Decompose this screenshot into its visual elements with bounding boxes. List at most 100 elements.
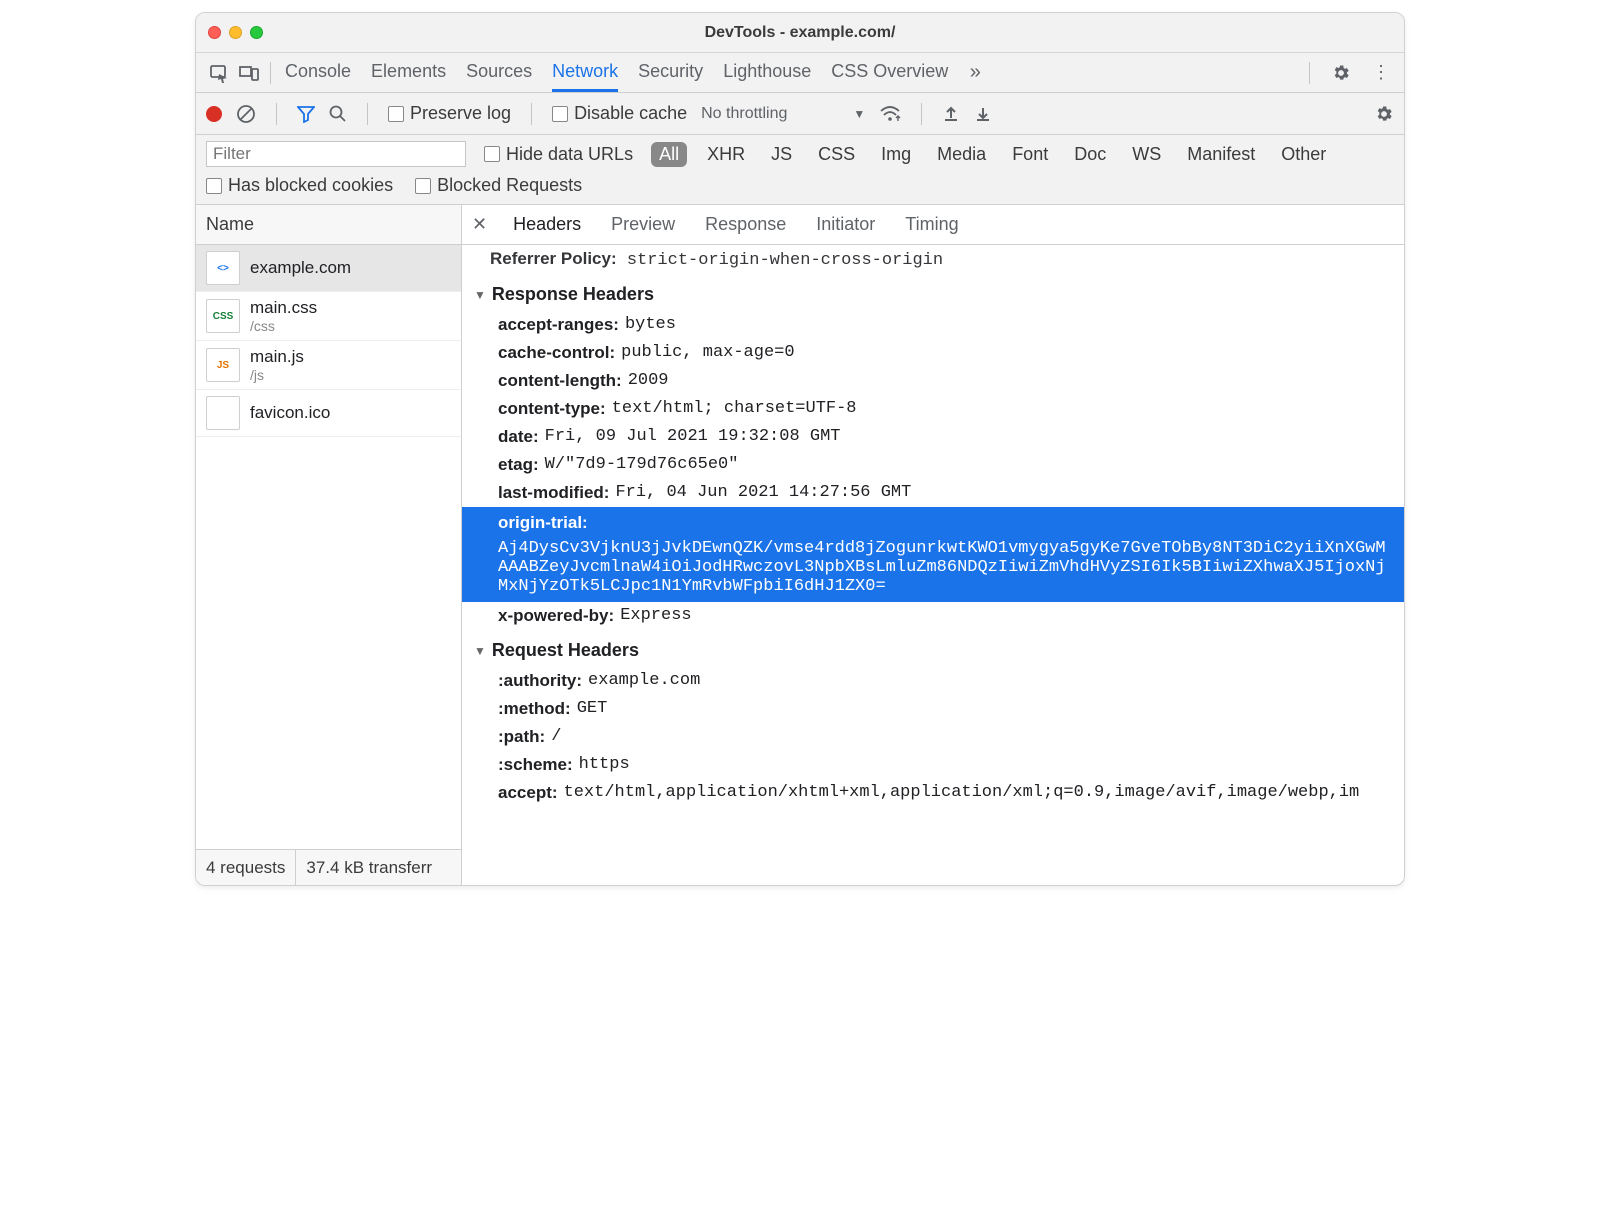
record-button[interactable] [206,106,222,122]
filter-type-xhr[interactable]: XHR [701,142,751,167]
device-toolbar-icon[interactable] [234,53,264,92]
file-type-icon [206,396,240,430]
header-key: last-modified: [498,483,609,503]
disable-cache-checkbox[interactable]: Disable cache [552,103,687,124]
request-path: /css [250,318,317,334]
disclosure-triangle-icon: ▼ [474,288,486,302]
section-title: Response Headers [492,284,654,305]
request-row[interactable]: JSmain.js/js [196,341,461,390]
header-row[interactable]: origin-trial: Aj4DysCv3VjknU3jJvkDEwnQZK… [462,507,1404,602]
filter-type-manifest[interactable]: Manifest [1181,142,1261,167]
settings-icon[interactable] [1326,63,1356,83]
upload-har-icon[interactable] [942,105,960,123]
request-row[interactable]: <>example.com [196,245,461,292]
filter-type-js[interactable]: JS [765,142,798,167]
filter-type-doc[interactable]: Doc [1068,142,1112,167]
headers-content[interactable]: Referrer Policy: strict-origin-when-cros… [462,245,1404,885]
network-main: Name <>example.comCSSmain.css/cssJSmain.… [196,205,1404,885]
header-row[interactable]: date: Fri, 09 Jul 2021 19:32:08 GMT [462,423,1404,451]
search-icon[interactable] [329,105,347,123]
header-key: x-powered-by: [498,606,614,626]
divider [270,62,271,84]
network-settings-icon[interactable] [1374,104,1394,124]
filter-type-ws[interactable]: WS [1126,142,1167,167]
caret-down-icon: ▼ [853,107,865,121]
header-row[interactable]: content-type: text/html; charset=UTF-8 [462,395,1404,423]
panel-tab-network[interactable]: Network [552,53,618,92]
blocked-requests-checkbox[interactable]: Blocked Requests [415,175,582,196]
request-list-panel: Name <>example.comCSSmain.css/cssJSmain.… [196,205,462,885]
detail-tab-headers[interactable]: Headers [513,214,581,235]
filter-type-media[interactable]: Media [931,142,992,167]
request-headers-section[interactable]: ▼ Request Headers [462,630,1404,667]
filter-type-img[interactable]: Img [875,142,917,167]
more-panels-icon[interactable]: » [960,53,990,92]
kebab-menu-icon[interactable]: ⋮ [1366,62,1396,83]
request-row[interactable]: favicon.ico [196,390,461,437]
header-row[interactable]: last-modified: Fri, 04 Jun 2021 14:27:56… [462,479,1404,507]
header-key: content-type: [498,399,606,419]
panel-tab-console[interactable]: Console [285,53,351,92]
hide-data-urls-checkbox[interactable]: Hide data URLs [484,144,633,165]
panel-tab-security[interactable]: Security [638,53,703,92]
header-row[interactable]: accept-ranges: bytes [462,311,1404,339]
panel-tab-css-overview[interactable]: CSS Overview [831,53,948,92]
file-type-icon: <> [206,251,240,285]
inspect-element-icon[interactable] [204,53,234,92]
divider [921,103,922,125]
header-key: :scheme: [498,755,573,775]
filter-type-font[interactable]: Font [1006,142,1054,167]
header-value: Express [620,606,691,626]
divider [367,103,368,125]
close-details-icon[interactable]: ✕ [472,214,487,235]
header-row[interactable]: accept: text/html,application/xhtml+xml,… [462,779,1404,807]
panel-tab-sources[interactable]: Sources [466,53,532,92]
detail-tab-timing[interactable]: Timing [905,214,958,235]
header-key: content-length: [498,371,622,391]
header-value: W/"7d9-179d76c65e0" [545,455,739,475]
panel-tab-lighthouse[interactable]: Lighthouse [723,53,811,92]
detail-tab-response[interactable]: Response [705,214,786,235]
header-row[interactable]: cache-control: public, max-age=0 [462,339,1404,367]
header-row[interactable]: :scheme: https [462,751,1404,779]
header-row[interactable]: :method: GET [462,695,1404,723]
network-conditions-icon[interactable] [879,105,901,123]
has-blocked-cookies-checkbox[interactable]: Has blocked cookies [206,175,393,196]
header-value: GET [577,699,608,719]
header-row[interactable]: x-powered-by: Express [462,602,1404,630]
detail-tab-preview[interactable]: Preview [611,214,675,235]
response-headers-section[interactable]: ▼ Response Headers [462,274,1404,311]
throttling-select[interactable]: No throttling ▼ [701,105,865,123]
filter-type-all[interactable]: All [651,142,687,167]
preserve-log-checkbox[interactable]: Preserve log [388,103,511,124]
filter-type-other[interactable]: Other [1275,142,1332,167]
download-har-icon[interactable] [974,105,992,123]
header-row[interactable]: :path: / [462,723,1404,751]
request-name: main.css [250,298,317,318]
header-value: Fri, 04 Jun 2021 14:27:56 GMT [615,483,911,503]
request-row[interactable]: CSSmain.css/css [196,292,461,341]
header-value: bytes [625,315,676,335]
titlebar: DevTools - example.com/ [196,13,1404,53]
filter-type-css[interactable]: CSS [812,142,861,167]
name-column-header[interactable]: Name [196,205,461,245]
header-key: :path: [498,727,545,747]
header-row[interactable]: content-length: 2009 [462,367,1404,395]
header-row[interactable]: etag: W/"7d9-179d76c65e0" [462,451,1404,479]
header-value: 2009 [628,371,669,391]
request-name: main.js [250,347,304,367]
panel-tab-elements[interactable]: Elements [371,53,446,92]
window-title: DevTools - example.com/ [196,24,1404,42]
filter-icon[interactable] [297,105,315,123]
panel-tabstrip: Console Elements Sources Network Security Lig… [196,53,1404,93]
request-list: <>example.comCSSmain.css/cssJSmain.js/js… [196,245,461,849]
header-row[interactable]: :authority: example.com [462,667,1404,695]
header-key: accept: [498,783,558,803]
detail-tab-initiator[interactable]: Initiator [816,214,875,235]
header-value: Fri, 09 Jul 2021 19:32:08 GMT [545,427,841,447]
clear-icon[interactable] [236,104,256,124]
request-details-panel: ✕ HeadersPreviewResponseInitiatorTiming … [462,205,1404,885]
filter-input[interactable] [206,141,466,167]
header-value: / [551,727,561,747]
disable-cache-label: Disable cache [574,103,687,124]
